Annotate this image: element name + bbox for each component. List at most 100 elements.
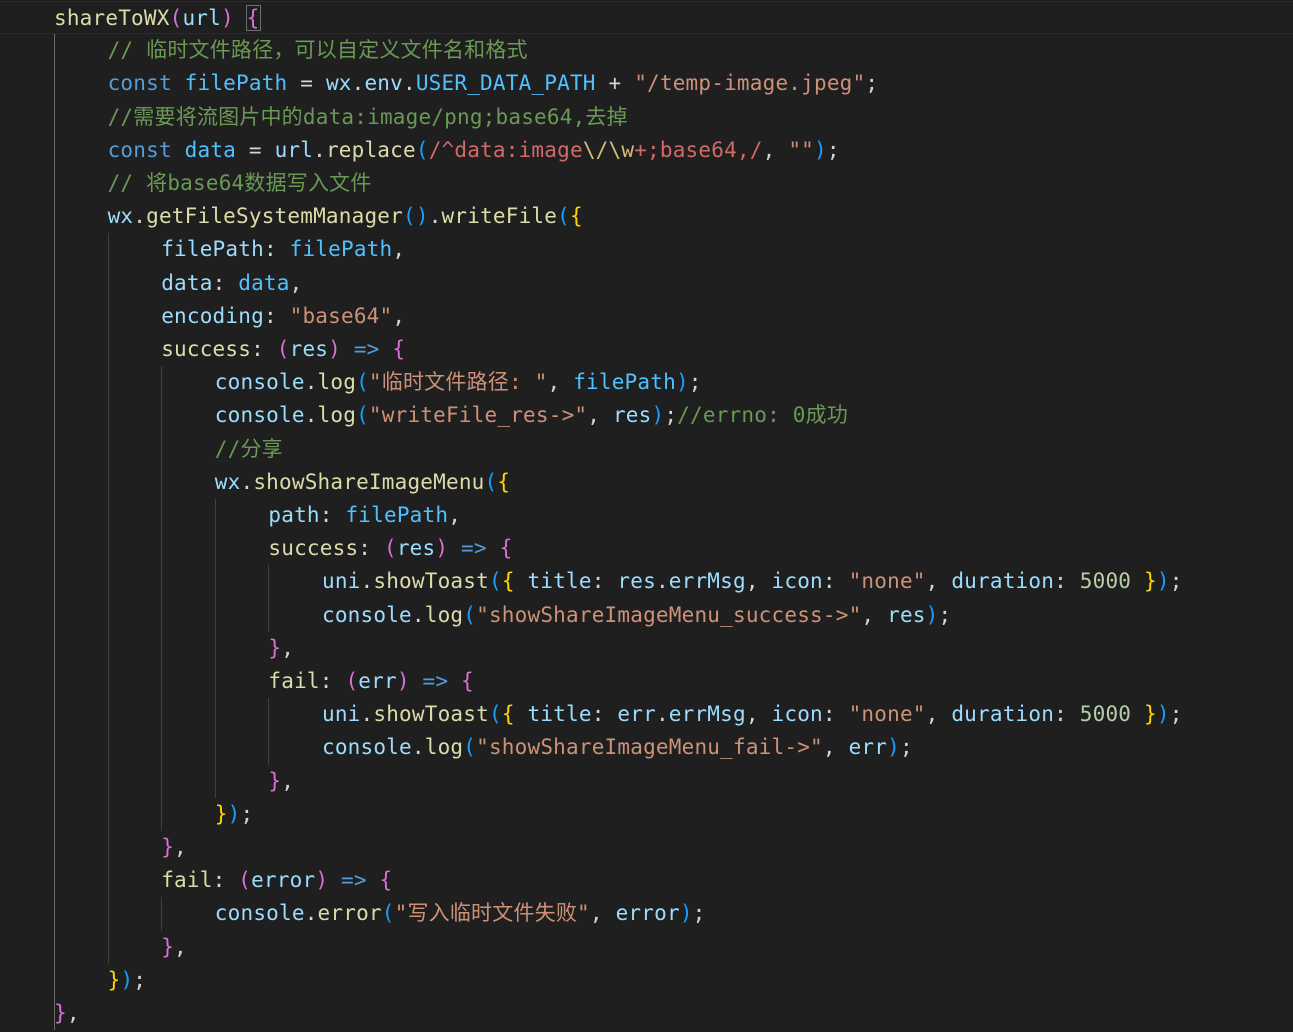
- code-token: log: [317, 403, 357, 428]
- code-text[interactable]: fail: (err) => {: [268, 665, 474, 698]
- code-text[interactable]: },: [161, 831, 187, 864]
- code-line[interactable]: const filePath = wx.env.USER_DATA_PATH +…: [0, 67, 1293, 100]
- code-token: .: [304, 901, 318, 926]
- code-text[interactable]: console.error("写入临时文件失败", error);: [215, 897, 706, 930]
- code-line[interactable]: },: [0, 931, 1293, 964]
- code-line[interactable]: console.log("临时文件路径: ", filePath);: [0, 366, 1293, 399]
- code-text[interactable]: fail: (error) => {: [161, 864, 392, 897]
- code-text[interactable]: filePath: filePath,: [161, 233, 405, 266]
- code-token: }: [1144, 702, 1157, 727]
- code-token: ): [679, 901, 693, 926]
- code-text[interactable]: },: [268, 765, 294, 798]
- code-token: err: [848, 735, 888, 760]
- code-text[interactable]: uni.showToast({ title: res.errMsg, icon:…: [322, 565, 1183, 598]
- code-text[interactable]: success: (res) => {: [161, 333, 405, 366]
- code-editor[interactable]: shareToWX(url) {// 临时文件路径，可以自定义文件名和格式 con…: [0, 0, 1293, 1032]
- code-text[interactable]: },: [161, 931, 187, 964]
- code-text[interactable]: const data = url.replace(/^data:image\/\…: [108, 134, 840, 167]
- code-line[interactable]: uni.showToast({ title: err.errMsg, icon:…: [0, 698, 1293, 731]
- code-line[interactable]: uni.showToast({ title: res.errMsg, icon:…: [0, 565, 1293, 598]
- code-text[interactable]: wx.getFileSystemManager().writeFile({: [108, 200, 583, 233]
- code-text[interactable]: encoding: "base64",: [161, 300, 405, 333]
- code-line[interactable]: console.error("写入临时文件失败", error);: [0, 897, 1293, 930]
- code-text[interactable]: console.log("临时文件路径: ", filePath);: [215, 366, 702, 399]
- code-token: const: [107, 71, 172, 96]
- code-token: ): [1156, 702, 1170, 727]
- code-text[interactable]: },: [268, 632, 294, 665]
- code-text[interactable]: });: [215, 798, 254, 831]
- code-token: ): [120, 967, 134, 992]
- code-token: //分享: [214, 436, 283, 461]
- code-token: console: [214, 901, 305, 926]
- code-line[interactable]: },: [0, 831, 1293, 864]
- code-token: fail: [161, 868, 213, 893]
- code-token: {: [379, 868, 393, 893]
- code-text[interactable]: wx.showShareImageMenu({: [215, 466, 510, 499]
- code-token: ,: [745, 702, 772, 727]
- code-line[interactable]: //需要将流图片中的data:image/png;base64,去掉: [0, 101, 1293, 134]
- code-text[interactable]: console.log("showShareImageMenu_success-…: [322, 599, 951, 632]
- code-line[interactable]: shareToWX(url) {: [0, 1, 1293, 34]
- code-text[interactable]: },: [54, 997, 80, 1030]
- code-line[interactable]: console.log("showShareImageMenu_fail->",…: [0, 731, 1293, 764]
- code-text[interactable]: data: data,: [161, 267, 302, 300]
- code-line[interactable]: data: data,: [0, 267, 1293, 300]
- code-token: ): [396, 669, 410, 693]
- code-token: filePath: [289, 237, 393, 262]
- code-line[interactable]: console.log("showShareImageMenu_success-…: [0, 599, 1293, 632]
- code-line[interactable]: // 临时文件路径，可以自定义文件名和格式: [0, 34, 1293, 67]
- code-line[interactable]: },: [0, 997, 1293, 1030]
- code-text[interactable]: shareToWX(url) {: [54, 2, 261, 35]
- code-token: }: [268, 768, 282, 793]
- code-line[interactable]: //分享: [0, 433, 1293, 466]
- code-token: .: [411, 735, 425, 760]
- code-text[interactable]: // 将base64数据写入文件: [108, 167, 372, 200]
- code-token: .: [360, 569, 374, 594]
- indent-guide: [54, 34, 55, 1031]
- code-token: ,: [762, 137, 789, 162]
- code-token: :: [263, 237, 290, 262]
- code-text[interactable]: success: (res) => {: [268, 532, 512, 565]
- code-token: ;: [688, 370, 702, 395]
- code-line[interactable]: // 将base64数据写入文件: [0, 167, 1293, 200]
- code-token: =: [287, 71, 326, 96]
- code-text[interactable]: console.log("showShareImageMenu_fail->",…: [322, 731, 913, 764]
- code-token: showToast: [373, 702, 489, 727]
- code-line[interactable]: encoding: "base64",: [0, 300, 1293, 333]
- code-line[interactable]: fail: (err) => {: [0, 665, 1293, 698]
- code-line[interactable]: });: [0, 964, 1293, 997]
- code-line[interactable]: wx.getFileSystemManager().writeFile({: [0, 200, 1293, 233]
- code-text[interactable]: //需要将流图片中的data:image/png;base64,去掉: [108, 101, 628, 134]
- code-text[interactable]: uni.showToast({ title: err.errMsg, icon:…: [322, 698, 1183, 731]
- code-line[interactable]: path: filePath,: [0, 499, 1293, 532]
- code-token: ,: [589, 901, 616, 926]
- code-line[interactable]: filePath: filePath,: [0, 233, 1293, 266]
- code-line[interactable]: });: [0, 798, 1293, 831]
- code-text[interactable]: path: filePath,: [268, 499, 461, 532]
- code-token: (: [276, 337, 290, 361]
- code-line[interactable]: fail: (error) => {: [0, 864, 1293, 897]
- code-token: (: [238, 868, 252, 893]
- code-text[interactable]: const filePath = wx.env.USER_DATA_PATH +…: [108, 67, 879, 100]
- code-token: .: [403, 71, 416, 96]
- code-token: "base64": [289, 303, 393, 328]
- code-line[interactable]: },: [0, 765, 1293, 798]
- code-token: ): [328, 337, 341, 361]
- code-text[interactable]: console.log("writeFile_res->", res);//er…: [215, 399, 848, 432]
- code-line[interactable]: success: (res) => {: [0, 333, 1293, 366]
- code-token: console: [322, 602, 412, 627]
- code-token: :: [822, 702, 849, 727]
- code-line[interactable]: },: [0, 632, 1293, 665]
- code-token: /^data:image: [428, 137, 583, 162]
- code-line[interactable]: const data = url.replace(/^data:image\/\…: [0, 134, 1293, 167]
- code-text[interactable]: //分享: [215, 433, 283, 466]
- code-text[interactable]: });: [108, 964, 147, 997]
- code-line[interactable]: wx.showShareImageMenu({: [0, 466, 1293, 499]
- code-text[interactable]: // 临时文件路径，可以自定义文件名和格式: [108, 34, 528, 67]
- code-line[interactable]: success: (res) => {: [0, 532, 1293, 565]
- code-token: ;: [1169, 569, 1183, 594]
- code-line[interactable]: console.log("writeFile_res->", res);//er…: [0, 399, 1293, 432]
